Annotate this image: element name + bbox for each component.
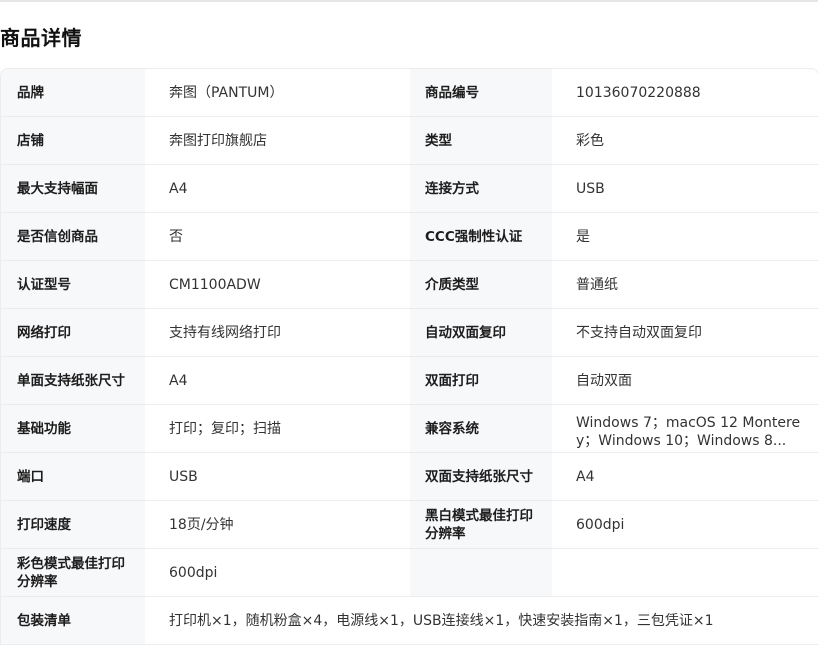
spec-label: 商品编号 [410,69,552,116]
table-row: 基础功能 打印；复印；扫描 兼容系统 Windows 7；macOS 12 Mo… [1,405,818,453]
spec-label: 打印速度 [1,501,145,548]
spec-label: 网络打印 [1,309,145,356]
table-row: 最大支持幅面 A4 连接方式 USB [1,165,818,213]
spec-value: 彩色 [552,117,818,164]
package-value: 打印机×1，随机粉盒×4，电源线×1，USB连接线×1，快速安装指南×1，三包凭… [145,597,818,644]
spec-value: 600dpi [552,501,818,548]
table-row: 单面支持纸张尺寸 A4 双面打印 自动双面 [1,357,818,405]
spec-value: 不支持自动双面复印 [552,309,818,356]
top-divider [0,0,818,2]
table-row: 品牌 奔图（PANTUM） 商品编号 10136070220888 [1,69,818,117]
table-row: 彩色模式最佳打印分辨率 600dpi [1,549,818,597]
spec-value: 奔图（PANTUM） [145,69,410,116]
table-row: 认证型号 CM1100ADW 介质类型 普通纸 [1,261,818,309]
spec-value: A4 [145,357,410,404]
spec-label: 是否信创商品 [1,213,145,260]
spec-value: 打印；复印；扫描 [145,405,410,452]
spec-label: 黑白模式最佳打印分辨率 [410,501,552,548]
spec-label: 自动双面复印 [410,309,552,356]
spec-label: 双面支持纸张尺寸 [410,453,552,500]
table-row: 店铺 奔图打印旗舰店 类型 彩色 [1,117,818,165]
table-row: 打印速度 18页/分钟 黑白模式最佳打印分辨率 600dpi [1,501,818,549]
spec-value: USB [552,165,818,212]
spec-value: A4 [552,453,818,500]
spec-label: 基础功能 [1,405,145,452]
spec-label: 单面支持纸张尺寸 [1,357,145,404]
spec-value-empty [552,549,818,596]
spec-value: 600dpi [145,549,410,596]
spec-value: 普通纸 [552,261,818,308]
spec-value: 否 [145,213,410,260]
spec-value: 奔图打印旗舰店 [145,117,410,164]
spec-value: USB [145,453,410,500]
spec-label: 类型 [410,117,552,164]
table-row: 端口 USB 双面支持纸张尺寸 A4 [1,453,818,501]
spec-label: 彩色模式最佳打印分辨率 [1,549,145,596]
spec-value: CM1100ADW [145,261,410,308]
spec-value: 18页/分钟 [145,501,410,548]
spec-value-compatible-systems: Windows 7；macOS 12 Monterey；Windows 10；W… [552,405,818,452]
package-label: 包装清单 [1,597,145,644]
spec-label: 兼容系统 [410,405,552,452]
spec-label: 连接方式 [410,165,552,212]
spec-label: CCC强制性认证 [410,213,552,260]
table-row: 网络打印 支持有线网络打印 自动双面复印 不支持自动双面复印 [1,309,818,357]
spec-label: 店铺 [1,117,145,164]
spec-label-empty [410,549,552,596]
spec-label: 最大支持幅面 [1,165,145,212]
spec-label: 认证型号 [1,261,145,308]
spec-table: 品牌 奔图（PANTUM） 商品编号 10136070220888 店铺 奔图打… [0,68,818,645]
spec-value: 支持有线网络打印 [145,309,410,356]
page-title: 商品详情 [0,26,82,50]
spec-label: 介质类型 [410,261,552,308]
spec-label: 端口 [1,453,145,500]
spec-value: A4 [145,165,410,212]
spec-label: 品牌 [1,69,145,116]
table-row-package: 包装清单 打印机×1，随机粉盒×4，电源线×1，USB连接线×1，快速安装指南×… [1,597,818,645]
spec-value: 10136070220888 [552,69,818,116]
spec-value: 是 [552,213,818,260]
table-row: 是否信创商品 否 CCC强制性认证 是 [1,213,818,261]
spec-value: 自动双面 [552,357,818,404]
spec-label: 双面打印 [410,357,552,404]
